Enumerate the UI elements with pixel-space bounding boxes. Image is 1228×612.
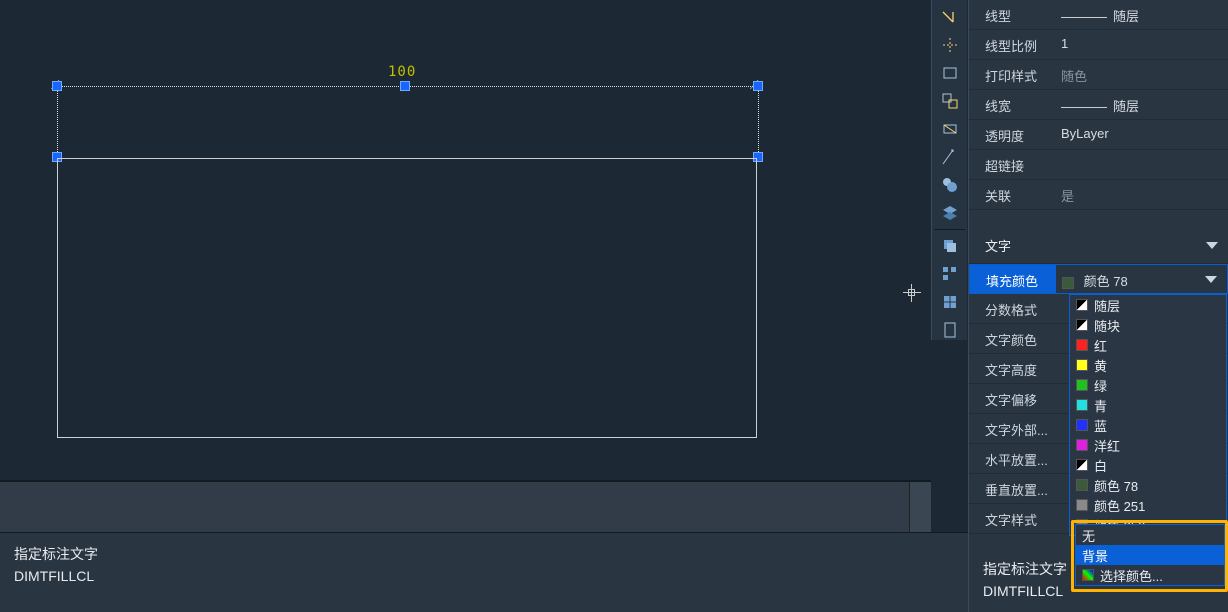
property-value-text: 随色 — [1061, 69, 1087, 84]
property-label: 线型比例 — [969, 30, 1055, 59]
property-label: 垂直放置... — [969, 474, 1055, 503]
property-value[interactable]: 随层 — [1055, 90, 1228, 119]
property-label: 文字颜色 — [969, 324, 1055, 353]
tool-move-icon[interactable] — [934, 88, 966, 114]
command-line-text: 指定标注文字 — [14, 543, 954, 565]
modify-toolbar — [931, 0, 967, 340]
dropdown-item-select-color[interactable]: 选择颜色... — [1076, 565, 1224, 585]
rectangle-entity[interactable] — [57, 158, 757, 438]
property-row[interactable]: 关联是 — [969, 180, 1228, 210]
tool-extend-icon[interactable] — [934, 4, 966, 30]
property-row[interactable]: 打印样式随色 — [969, 60, 1228, 90]
tool-copy-icon[interactable] — [934, 233, 966, 259]
extension-line-right — [758, 86, 759, 158]
color-swatch-icon — [1062, 277, 1074, 289]
property-label: 打印样式 — [969, 60, 1055, 89]
property-label: 超链接 — [969, 150, 1055, 179]
dropdown-icon[interactable] — [1205, 276, 1217, 283]
tool-array-icon[interactable] — [934, 261, 966, 287]
property-label: 线型 — [969, 0, 1055, 29]
property-value[interactable] — [1055, 474, 1228, 503]
property-value-text: 颜色 78 — [1084, 274, 1128, 289]
property-row[interactable]: 线型 随层 — [969, 0, 1228, 30]
scrollbar[interactable] — [909, 482, 931, 534]
property-value[interactable] — [1055, 384, 1228, 413]
property-value[interactable]: 随层 — [1055, 0, 1228, 29]
command-history[interactable] — [0, 480, 931, 532]
section-header-text[interactable]: 文字 — [969, 228, 1228, 264]
grip[interactable] — [400, 81, 410, 91]
grip[interactable] — [753, 81, 763, 91]
property-row[interactable]: 分数格式 — [969, 294, 1228, 324]
property-row[interactable]: 文字高度 — [969, 354, 1228, 384]
collapse-icon — [1206, 242, 1218, 249]
property-label: 填充颜色 — [970, 265, 1056, 293]
dropdown-item-background[interactable]: 背景 — [1076, 545, 1224, 565]
tool-trim-icon[interactable] — [934, 32, 966, 58]
extension-line-left — [57, 86, 58, 158]
tool-sheet-icon[interactable] — [934, 317, 966, 343]
tool-layers-icon[interactable] — [934, 200, 966, 226]
crosshair-cursor — [903, 284, 921, 302]
property-value[interactable] — [1055, 294, 1228, 323]
property-value-text: 随层 — [1113, 99, 1139, 114]
property-row[interactable]: 垂直放置... — [969, 474, 1228, 504]
linetype-sample-icon — [1061, 107, 1107, 108]
property-row[interactable]: 文字偏移 — [969, 384, 1228, 414]
property-label: 文字外部... — [969, 414, 1055, 443]
dropdown-item-none[interactable]: 无 — [1076, 525, 1224, 545]
property-label: 文字高度 — [969, 354, 1055, 383]
property-value-text: 1 — [1061, 36, 1068, 51]
property-label: 透明度 — [969, 120, 1055, 149]
property-value[interactable] — [1055, 324, 1228, 353]
property-row[interactable]: 线宽 随层 — [969, 90, 1228, 120]
property-row[interactable]: 文字外部... — [969, 414, 1228, 444]
drawing-canvas[interactable]: ⟋ ⟋ 100 — [0, 0, 931, 480]
property-row[interactable]: 水平放置... — [969, 444, 1228, 474]
property-value[interactable]: 1 — [1055, 30, 1228, 59]
dimension-value[interactable]: 100 — [388, 64, 416, 80]
property-value[interactable]: 是 — [1055, 180, 1228, 209]
property-value[interactable]: 颜色 78 — [1056, 265, 1227, 293]
properties-panel: 线型随层线型比例1打印样式随色线宽随层透明度ByLayer超链接关联是 文字 填… — [968, 0, 1228, 612]
property-label: 水平放置... — [969, 444, 1055, 473]
grip[interactable] — [52, 81, 62, 91]
fill-color-extra-dropdown[interactable]: 无 背景 选择颜色... — [1075, 524, 1225, 586]
property-row[interactable]: 透明度 ByLayer — [969, 120, 1228, 150]
command-line[interactable]: 指定标注文字 DIMTFILLCL — [0, 532, 968, 612]
tool-rectangle-icon[interactable] — [934, 60, 966, 86]
linetype-sample-icon — [1061, 17, 1107, 18]
tool-hatch-icon[interactable] — [934, 172, 966, 198]
section-title: 文字 — [985, 236, 1011, 255]
tool-scale-icon[interactable] — [934, 144, 966, 170]
property-value[interactable]: 随色 — [1055, 60, 1228, 89]
color-wheel-icon — [1082, 569, 1094, 581]
property-value-text: 随层 — [1113, 9, 1139, 24]
tool-block-icon[interactable] — [934, 289, 966, 315]
property-value[interactable] — [1055, 444, 1228, 473]
property-value[interactable] — [1055, 354, 1228, 383]
property-label: 文字偏移 — [969, 384, 1055, 413]
property-label: 线宽 — [969, 90, 1055, 119]
property-value-text: ByLayer — [1061, 126, 1109, 141]
property-row-fill-color[interactable]: 填充颜色 颜色 78 — [969, 264, 1228, 294]
property-value[interactable] — [1055, 150, 1228, 179]
property-value-text: 是 — [1061, 189, 1074, 204]
property-row[interactable]: 文字颜色 — [969, 324, 1228, 354]
property-label: 文字样式 — [969, 504, 1055, 533]
tool-stretch-icon[interactable] — [934, 116, 966, 142]
property-value[interactable]: ByLayer — [1055, 120, 1228, 149]
property-value[interactable] — [1055, 414, 1228, 443]
property-row[interactable]: 超链接 — [969, 150, 1228, 180]
property-label: 分数格式 — [969, 294, 1055, 323]
property-row[interactable]: 线型比例 1 — [969, 30, 1228, 60]
command-line-text: DIMTFILLCL — [14, 565, 954, 587]
property-label: 关联 — [969, 180, 1055, 209]
